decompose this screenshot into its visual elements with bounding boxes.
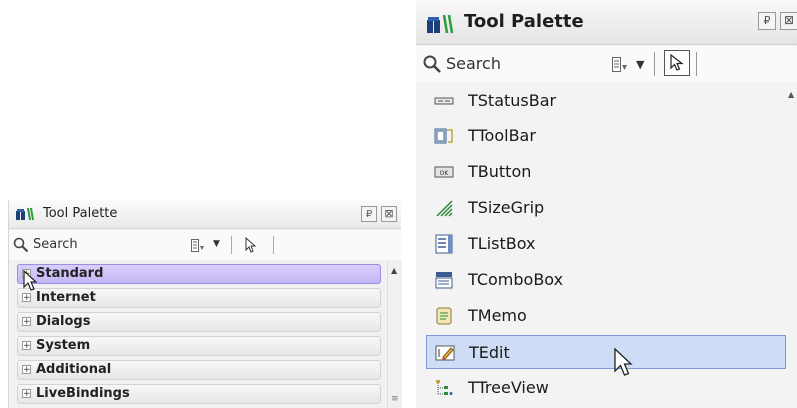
category-label: Internet	[36, 290, 96, 305]
large-palette-titlebar: Tool Palette ₽ ⊠	[416, 0, 797, 45]
expand-icon[interactable]: +	[22, 317, 31, 327]
toolbar-divider	[696, 52, 697, 76]
component-label: TListBox	[468, 234, 536, 253]
categories-icon[interactable]	[612, 57, 628, 72]
search-icon	[423, 55, 441, 73]
chevron-down-icon[interactable]: ▼	[636, 58, 644, 71]
categories-icon[interactable]	[191, 239, 205, 252]
component-tbutton[interactable]: OK TButton	[426, 155, 786, 189]
toolbar-divider	[654, 52, 655, 76]
mouse-cursor-icon	[23, 270, 38, 291]
component-tlistbox[interactable]: TListBox	[426, 227, 786, 261]
button-icon: OK	[434, 166, 454, 178]
category-standard[interactable]: + Standard	[17, 264, 381, 284]
scroll-grip-icon[interactable]: ≡	[391, 394, 399, 404]
memo-icon	[436, 307, 452, 325]
component-label: TSizeGrip	[468, 198, 545, 217]
large-pin-icon[interactable]: ₽	[758, 12, 776, 30]
pointer-tool-button[interactable]	[664, 50, 690, 76]
category-internet[interactable]: + Internet	[17, 288, 381, 308]
component-label: TEdit	[469, 343, 510, 362]
tool-palette-logo-icon	[427, 14, 454, 34]
category-label: Additional	[36, 362, 112, 377]
listbox-icon	[435, 234, 453, 254]
large-close-icon[interactable]: ⊠	[780, 12, 797, 30]
component-label: TTreeView	[468, 378, 549, 397]
small-palette-titlebar: Tool Palette ₽ ⊠	[9, 200, 401, 229]
component-ttreeview[interactable]: TTreeView	[426, 371, 786, 405]
small-pin-icon[interactable]: ₽	[361, 206, 377, 222]
category-dialogs[interactable]: + Dialogs	[17, 312, 381, 332]
small-palette-title: Tool Palette	[43, 206, 118, 221]
category-label: Standard	[36, 266, 104, 281]
pointer-tool-icon[interactable]	[243, 237, 259, 253]
component-label: TMemo	[468, 306, 527, 325]
category-label: System	[36, 338, 91, 353]
component-tstatusbar[interactable]: TStatusBar	[426, 84, 786, 118]
sizegrip-icon	[436, 200, 453, 217]
treeview-icon	[436, 380, 453, 395]
small-close-icon[interactable]: ⊠	[381, 206, 397, 222]
category-additional[interactable]: + Additional	[17, 360, 381, 380]
tool-palette-logo-icon	[16, 207, 34, 221]
category-list: + Standard + Internet + Dialogs + System…	[9, 262, 383, 408]
small-palette-toolbar: Search ▼	[9, 230, 401, 260]
scroll-up-icon[interactable]: ▲	[391, 266, 397, 275]
combobox-icon	[435, 272, 453, 289]
search-icon	[13, 237, 29, 253]
component-tcombobox[interactable]: TComboBox	[426, 263, 786, 297]
component-tedit[interactable]: TEdit	[426, 335, 786, 369]
small-search-input[interactable]: Search	[33, 237, 78, 252]
svg-text:OK: OK	[440, 170, 450, 177]
component-tsizegrip[interactable]: TSizeGrip	[426, 191, 786, 225]
component-label: TButton	[468, 162, 532, 181]
edit-icon	[435, 345, 455, 361]
category-label: LiveBindings	[36, 386, 130, 401]
category-label: Dialogs	[36, 314, 91, 329]
component-label: TStatusBar	[468, 91, 557, 110]
mouse-cursor-icon	[614, 348, 633, 376]
small-vertical-scrollbar[interactable]: ▲ ≡	[387, 262, 402, 408]
large-palette-toolbar: Search ▼	[416, 46, 797, 82]
category-livebindings[interactable]: + LiveBindings	[17, 384, 381, 404]
component-tmemo[interactable]: TMemo	[426, 299, 786, 333]
category-system[interactable]: + System	[17, 336, 381, 356]
chevron-down-icon[interactable]: ▼	[213, 239, 220, 249]
large-vertical-scrollbar[interactable]: ▲	[788, 82, 797, 408]
toolbar-icon	[434, 128, 453, 144]
expand-icon[interactable]: +	[22, 365, 31, 375]
component-label: TToolBar	[468, 126, 536, 145]
component-label: TComboBox	[468, 270, 564, 289]
statusbar-icon	[434, 97, 454, 105]
toolbar-divider	[231, 236, 232, 254]
small-tool-palette: Tool Palette ₽ ⊠ Search ▼ + Standard +	[8, 200, 402, 408]
pointer-tool-icon	[670, 54, 684, 71]
component-list: TStatusBar TToolBar OK TButton TSizeGrip	[416, 82, 788, 408]
expand-icon[interactable]: +	[22, 389, 31, 399]
scroll-up-icon[interactable]: ▲	[788, 90, 794, 99]
toolbar-divider	[273, 236, 274, 254]
large-search-input[interactable]: Search	[446, 54, 501, 73]
large-palette-title: Tool Palette	[464, 11, 584, 32]
large-tool-palette: Tool Palette ₽ ⊠ Search ▼ TStatusBar TTo…	[416, 0, 797, 408]
expand-icon[interactable]: +	[22, 293, 31, 303]
component-ttoolbar[interactable]: TToolBar	[426, 119, 786, 153]
expand-icon[interactable]: +	[22, 341, 31, 351]
